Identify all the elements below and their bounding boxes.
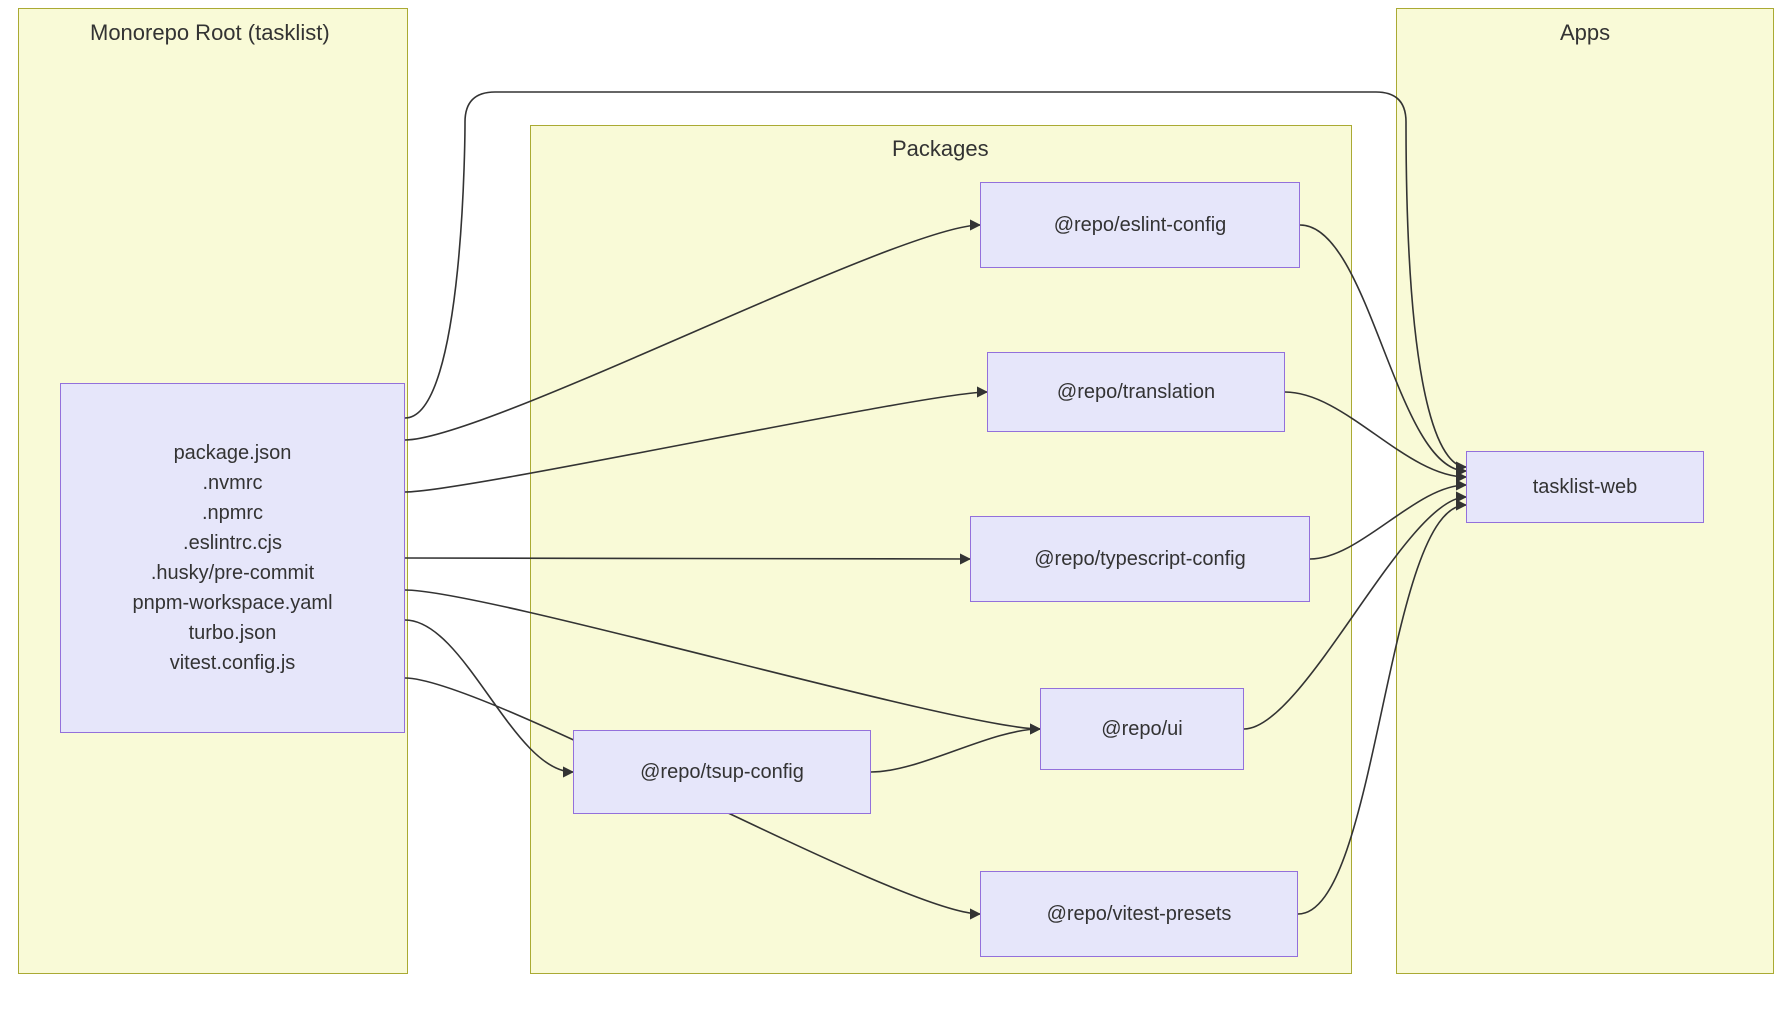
root-file-line: .npmrc (202, 498, 263, 528)
root-file-line: .nvmrc (203, 468, 263, 498)
node-typescript-config: @repo/typescript-config (970, 516, 1310, 602)
root-file-line: turbo.json (189, 618, 277, 648)
node-ui: @repo/ui (1040, 688, 1244, 770)
node-label: @repo/vitest-presets (1047, 899, 1232, 929)
root-file-line: .husky/pre-commit (151, 558, 314, 588)
root-file-line: package.json (174, 438, 292, 468)
node-label: @repo/eslint-config (1054, 210, 1227, 240)
root-file-line: vitest.config.js (170, 648, 296, 678)
group-apps-title: Apps (1560, 20, 1610, 46)
group-monorepo-root-title: Monorepo Root (tasklist) (90, 20, 330, 46)
diagram-canvas: Monorepo Root (tasklist) Packages Apps p… (0, 0, 1791, 1024)
node-tsup-config: @repo/tsup-config (573, 730, 871, 814)
group-packages-title: Packages (892, 136, 989, 162)
node-label: @repo/translation (1057, 377, 1215, 407)
node-vitest-presets: @repo/vitest-presets (980, 871, 1298, 957)
node-monorepo-root-files: package.json .nvmrc .npmrc .eslintrc.cjs… (60, 383, 405, 733)
root-file-line: .eslintrc.cjs (183, 528, 282, 558)
node-label: @repo/tsup-config (640, 757, 804, 787)
root-file-line: pnpm-workspace.yaml (132, 588, 332, 618)
node-tasklist-web: tasklist-web (1466, 451, 1704, 523)
node-label: @repo/ui (1101, 714, 1182, 744)
node-label: @repo/typescript-config (1034, 544, 1246, 574)
node-eslint-config: @repo/eslint-config (980, 182, 1300, 268)
node-label: tasklist-web (1533, 472, 1637, 502)
node-translation: @repo/translation (987, 352, 1285, 432)
